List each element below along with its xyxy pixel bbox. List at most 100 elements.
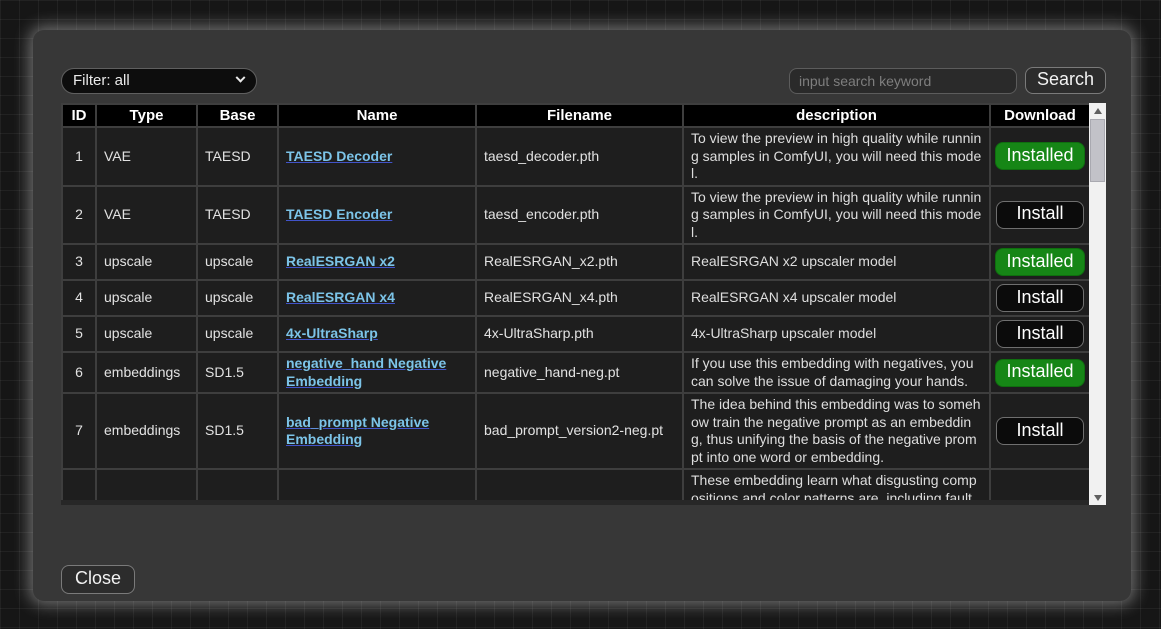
cell-type: VAE: [96, 186, 197, 245]
cell-type: embeddings: [96, 393, 197, 469]
installed-button[interactable]: Installed: [995, 248, 1084, 276]
model-table-container: ID Type Base Name Filename description D…: [61, 103, 1106, 505]
table-row: 7embeddingsSD1.5bad_prompt Negative Embe…: [62, 393, 1089, 469]
install-button[interactable]: Install: [996, 417, 1084, 445]
header-type: Type: [96, 104, 197, 127]
filter-selected-label: Filter: all: [73, 72, 130, 89]
table-header-row: ID Type Base Name Filename description D…: [62, 104, 1089, 127]
model-name-link[interactable]: RealESRGAN x4: [286, 289, 395, 305]
install-button[interactable]: Install: [996, 284, 1084, 312]
cell-description: These embedding learn what disgusting co…: [683, 469, 990, 500]
cell-base: upscale: [197, 280, 278, 316]
installed-button[interactable]: Installed: [995, 359, 1084, 387]
cell-filename: bad_prompt_version2-neg.pt: [476, 393, 683, 469]
cell-id: 1: [62, 127, 96, 186]
model-name-link[interactable]: TAESD Encoder: [286, 206, 392, 222]
install-button[interactable]: Install: [996, 320, 1084, 348]
cell-name: 4x-UltraSharp: [278, 316, 476, 352]
cell-description: To view the preview in high quality whil…: [683, 127, 990, 186]
cell-description: To view the preview in high quality whil…: [683, 186, 990, 245]
cell-type: upscale: [96, 244, 197, 280]
cell-download: Install: [990, 316, 1089, 352]
cell-filename: RealESRGAN_x4.pth: [476, 280, 683, 316]
cell-name: bad_prompt Negative Embedding: [278, 393, 476, 469]
cell-description: RealESRGAN x4 upscaler model: [683, 280, 990, 316]
model-table-scroll-area: ID Type Base Name Filename description D…: [61, 103, 1089, 500]
header-filename: Filename: [476, 104, 683, 127]
filter-dropdown[interactable]: Filter: all: [61, 68, 257, 94]
cell-name: TAESD Encoder: [278, 186, 476, 245]
close-button[interactable]: Close: [61, 565, 135, 594]
cell-download: Install: [990, 393, 1089, 469]
cell-download: [990, 469, 1089, 500]
install-button[interactable]: Install: [996, 201, 1084, 229]
table-row: 1VAETAESD TAESD Decoder taesd_decoder.pthT…: [62, 127, 1089, 186]
scroll-down-arrow-icon[interactable]: [1089, 490, 1106, 505]
cell-id: 4: [62, 280, 96, 316]
table-row: 6embeddingsSD1.5negative_hand Negative E…: [62, 352, 1089, 393]
cell-type: [96, 469, 197, 500]
cell-filename: negative_hand-neg.pt: [476, 352, 683, 393]
table-row: 4upscaleupscaleRealESRGAN x4RealESRGAN_x…: [62, 280, 1089, 316]
search-input[interactable]: [789, 68, 1017, 94]
model-name-link[interactable]: TAESD Decoder: [286, 148, 392, 164]
header-description: description: [683, 104, 990, 127]
cell-id: 5: [62, 316, 96, 352]
header-download: Download: [990, 104, 1089, 127]
scrollbar-thumb[interactable]: [1090, 119, 1105, 182]
vertical-scrollbar[interactable]: [1089, 103, 1106, 505]
cell-id: 6: [62, 352, 96, 393]
cell-description: The idea behind this embedding was to so…: [683, 393, 990, 469]
model-name-link[interactable]: negative_hand Negative Embedding: [286, 355, 446, 389]
cell-id: [62, 469, 96, 500]
cell-base: [197, 469, 278, 500]
cell-base: TAESD: [197, 127, 278, 186]
model-name-link[interactable]: bad_prompt Negative Embedding: [286, 414, 429, 448]
cell-description: If you use this embedding with negatives…: [683, 352, 990, 393]
table-row: These embedding learn what disgusting co…: [62, 469, 1089, 500]
model-table-body: 1VAETAESDTAESD Decodertaesd_decoder.pthT…: [62, 127, 1089, 500]
model-name-link[interactable]: RealESRGAN x2: [286, 253, 395, 269]
cell-name: RealESRGAN x4: [278, 280, 476, 316]
cell-id: 3: [62, 244, 96, 280]
table-row: 3upscaleupscaleRealESRGAN x2RealESRGAN_x…: [62, 244, 1089, 280]
cell-type: upscale: [96, 316, 197, 352]
cell-type: VAE: [96, 127, 197, 186]
search-button[interactable]: Search: [1025, 67, 1106, 94]
table-row: 5upscaleupscale4x-UltraSharp4x-UltraShar…: [62, 316, 1089, 352]
header-name: Name: [278, 104, 476, 127]
cell-type: upscale: [96, 280, 197, 316]
cell-filename: taesd_decoder.pth: [476, 127, 683, 186]
cell-name: RealESRGAN x2: [278, 244, 476, 280]
chevron-down-icon: [236, 73, 246, 83]
scroll-up-arrow-icon[interactable]: [1089, 103, 1106, 118]
search-group: Search: [789, 67, 1106, 94]
cell-base: SD1.5: [197, 393, 278, 469]
cell-name: [278, 469, 476, 500]
dialog-toolbar: Filter: all Search: [61, 67, 1106, 94]
cell-id: 7: [62, 393, 96, 469]
model-table: ID Type Base Name Filename description D…: [61, 103, 1089, 500]
cell-download: Installed: [990, 352, 1089, 393]
cell-description: 4x-UltraSharp upscaler model: [683, 316, 990, 352]
cell-filename: 4x-UltraSharp.pth: [476, 316, 683, 352]
install-models-dialog: Filter: all Search ID Type Base Name: [33, 30, 1131, 601]
cell-base: upscale: [197, 244, 278, 280]
cell-id: 2: [62, 186, 96, 245]
model-name-link[interactable]: 4x-UltraSharp: [286, 325, 378, 341]
table-row: 2VAETAESDTAESD Encodertaesd_encoder.pthT…: [62, 186, 1089, 245]
cell-name: negative_hand Negative Embedding: [278, 352, 476, 393]
cell-filename: taesd_encoder.pth: [476, 186, 683, 245]
cell-type: embeddings: [96, 352, 197, 393]
cell-base: SD1.5: [197, 352, 278, 393]
cell-base: upscale: [197, 316, 278, 352]
cell-filename: RealESRGAN_x2.pth: [476, 244, 683, 280]
cell-name: TAESD Decoder: [278, 127, 476, 186]
cell-download: Installed: [990, 244, 1089, 280]
installed-button[interactable]: Installed: [995, 142, 1084, 170]
cell-download: Install: [990, 280, 1089, 316]
cell-filename: [476, 469, 683, 500]
cell-description: RealESRGAN x2 upscaler model: [683, 244, 990, 280]
header-base: Base: [197, 104, 278, 127]
cell-download: Install: [990, 186, 1089, 245]
